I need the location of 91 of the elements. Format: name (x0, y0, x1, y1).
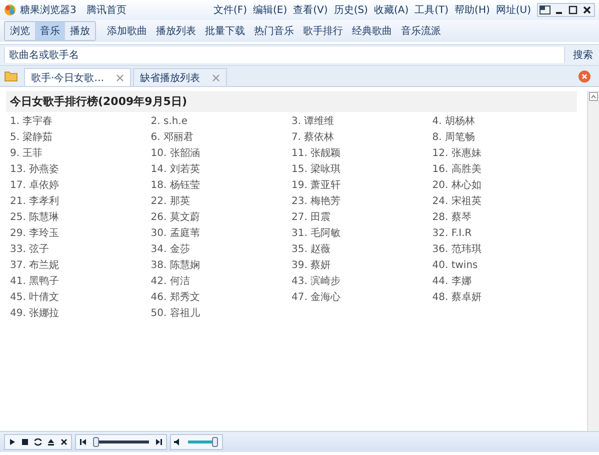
menu-item[interactable]: 工具(T) (414, 3, 449, 17)
singer-link[interactable]: 40. twins (432, 259, 573, 273)
singer-link[interactable]: 42. 何洁 (150, 275, 292, 289)
tab-label: 歌手·今日女歌… (31, 72, 104, 84)
singer-link[interactable]: 28. 蔡琴 (432, 211, 573, 225)
singer-link[interactable]: 44. 李娜 (432, 275, 573, 289)
singer-link[interactable]: 23. 梅艳芳 (292, 195, 432, 209)
singer-link[interactable]: 21. 李孝利 (10, 195, 151, 209)
volume-slider[interactable] (188, 437, 218, 447)
search-field[interactable]: 歌曲名或歌手名 (4, 47, 565, 63)
mode-tab[interactable]: 浏览 (5, 22, 35, 40)
toolbar-link[interactable]: 播放列表 (156, 24, 196, 38)
slider-thumb[interactable] (93, 437, 99, 447)
toolbar-link[interactable]: 批量下载 (205, 24, 245, 38)
singer-link[interactable]: 24. 宋祖英 (432, 195, 573, 209)
toolbar-link[interactable]: 经典歌曲 (352, 24, 392, 38)
maximize-icon[interactable] (566, 4, 580, 16)
scrollbar[interactable] (587, 91, 599, 431)
singer-link[interactable]: 47. 金海心 (292, 291, 432, 305)
singer-link[interactable]: 2. s.h.e (150, 115, 292, 129)
menu-item[interactable]: 历史(S) (334, 3, 368, 17)
singer-link[interactable]: 32. F.I.R (432, 227, 573, 241)
singer-link[interactable]: 11. 张靓颖 (292, 147, 432, 161)
slider-thumb[interactable] (212, 437, 218, 447)
toolbar-link[interactable]: 音乐流派 (401, 24, 441, 38)
singer-link[interactable]: 20. 林心如 (432, 179, 573, 193)
singer-link[interactable]: 26. 莫文蔚 (150, 211, 292, 225)
singer-link[interactable]: 30. 孟庭苇 (150, 227, 292, 241)
singer-link[interactable]: 34. 金莎 (150, 243, 292, 257)
stop-icon[interactable] (19, 436, 31, 448)
singer-link[interactable]: 19. 萧亚轩 (292, 179, 432, 193)
singer-link[interactable]: 15. 梁咏琪 (292, 163, 432, 177)
singer-link[interactable]: 14. 刘若英 (150, 163, 292, 177)
search-button[interactable]: 搜索 (565, 48, 595, 62)
menu-item[interactable]: 网址(U) (496, 3, 531, 17)
singer-link[interactable]: 18. 杨钰莹 (150, 179, 292, 193)
singer-link[interactable]: 41. 黑鸭子 (10, 275, 151, 289)
scroll-up-icon[interactable] (589, 92, 598, 101)
singer-link[interactable]: 36. 范玮琪 (432, 243, 573, 257)
home-link[interactable]: 腾讯首页 (86, 3, 126, 17)
singer-link[interactable]: 3. 谭维维 (292, 115, 432, 129)
browser-tab[interactable]: 歌手·今日女歌… (24, 68, 132, 86)
singer-link[interactable]: 8. 周笔畅 (432, 131, 573, 145)
menu-item[interactable]: 文件(F) (213, 3, 248, 17)
singer-link[interactable]: 48. 蔡卓妍 (432, 291, 573, 305)
singer-link[interactable]: 27. 田震 (292, 211, 432, 225)
singer-link[interactable]: 10. 张韶涵 (150, 147, 292, 161)
singer-link[interactable]: 35. 赵薇 (292, 243, 432, 257)
singer-link[interactable]: 6. 邓丽君 (150, 131, 292, 145)
menu-item[interactable]: 帮助(H) (454, 3, 490, 17)
toolbar-link[interactable]: 热门音乐 (254, 24, 294, 38)
singer-link[interactable]: 16. 高胜美 (432, 163, 573, 177)
singer-link[interactable]: 43. 滨崎步 (292, 275, 432, 289)
toolbar-link[interactable]: 歌手排行 (303, 24, 343, 38)
menu-item[interactable]: 收藏(A) (374, 3, 409, 17)
singer-link[interactable]: 22. 那英 (150, 195, 292, 209)
chart-title: 今日女歌手排行榜(2009年9月5日) (10, 95, 187, 108)
singer-link[interactable]: 1. 李宇春 (10, 115, 151, 129)
singer-link[interactable]: 33. 弦子 (10, 243, 151, 257)
seek-slider[interactable] (93, 437, 149, 447)
toolbar-link[interactable]: 添加歌曲 (107, 24, 147, 38)
singer-link[interactable]: 31. 毛阿敏 (292, 227, 432, 241)
singer-link[interactable]: 25. 陈慧琳 (10, 211, 151, 225)
singer-link[interactable]: 29. 李玲玉 (10, 227, 151, 241)
close-all-icon[interactable] (578, 70, 591, 82)
singer-link[interactable]: 45. 叶倩文 (10, 291, 151, 305)
compact-mode-icon[interactable] (538, 4, 552, 16)
singer-link[interactable]: 49. 张娜拉 (10, 307, 151, 321)
singer-link[interactable]: 50. 容祖儿 (150, 307, 292, 321)
mode-tab[interactable]: 播放 (65, 22, 95, 40)
singer-link[interactable]: 13. 孙燕姿 (10, 163, 151, 177)
singer-link[interactable]: 37. 布兰妮 (10, 259, 151, 273)
menu-item[interactable]: 查看(V) (293, 3, 328, 17)
singer-link[interactable]: 46. 郑秀文 (150, 291, 292, 305)
window-title: 糖果浏览器3 (20, 4, 76, 17)
singer-link[interactable]: 39. 蔡妍 (292, 259, 432, 273)
menu-item[interactable]: 编辑(E) (253, 3, 288, 17)
singer-link[interactable]: 17. 卓依婷 (10, 179, 151, 193)
singer-link[interactable]: 5. 梁静茹 (10, 131, 151, 145)
next-icon[interactable] (153, 436, 165, 448)
singer-link[interactable]: 38. 陈慧娴 (150, 259, 292, 273)
repeat-icon[interactable] (32, 436, 44, 448)
app-logo-icon (4, 4, 16, 16)
tab-label: 缺省播放列表 (140, 72, 200, 84)
singer-link[interactable]: 4. 胡杨林 (432, 115, 573, 129)
previous-icon[interactable] (77, 436, 89, 448)
browser-tab[interactable]: 缺省播放列表 (133, 68, 228, 86)
singer-link[interactable]: 9. 王菲 (10, 147, 151, 161)
singer-link[interactable]: 12. 张惠妹 (432, 147, 573, 161)
singer-link[interactable]: 7. 蔡依林 (292, 131, 432, 145)
mode-tab[interactable]: 音乐 (35, 22, 65, 40)
